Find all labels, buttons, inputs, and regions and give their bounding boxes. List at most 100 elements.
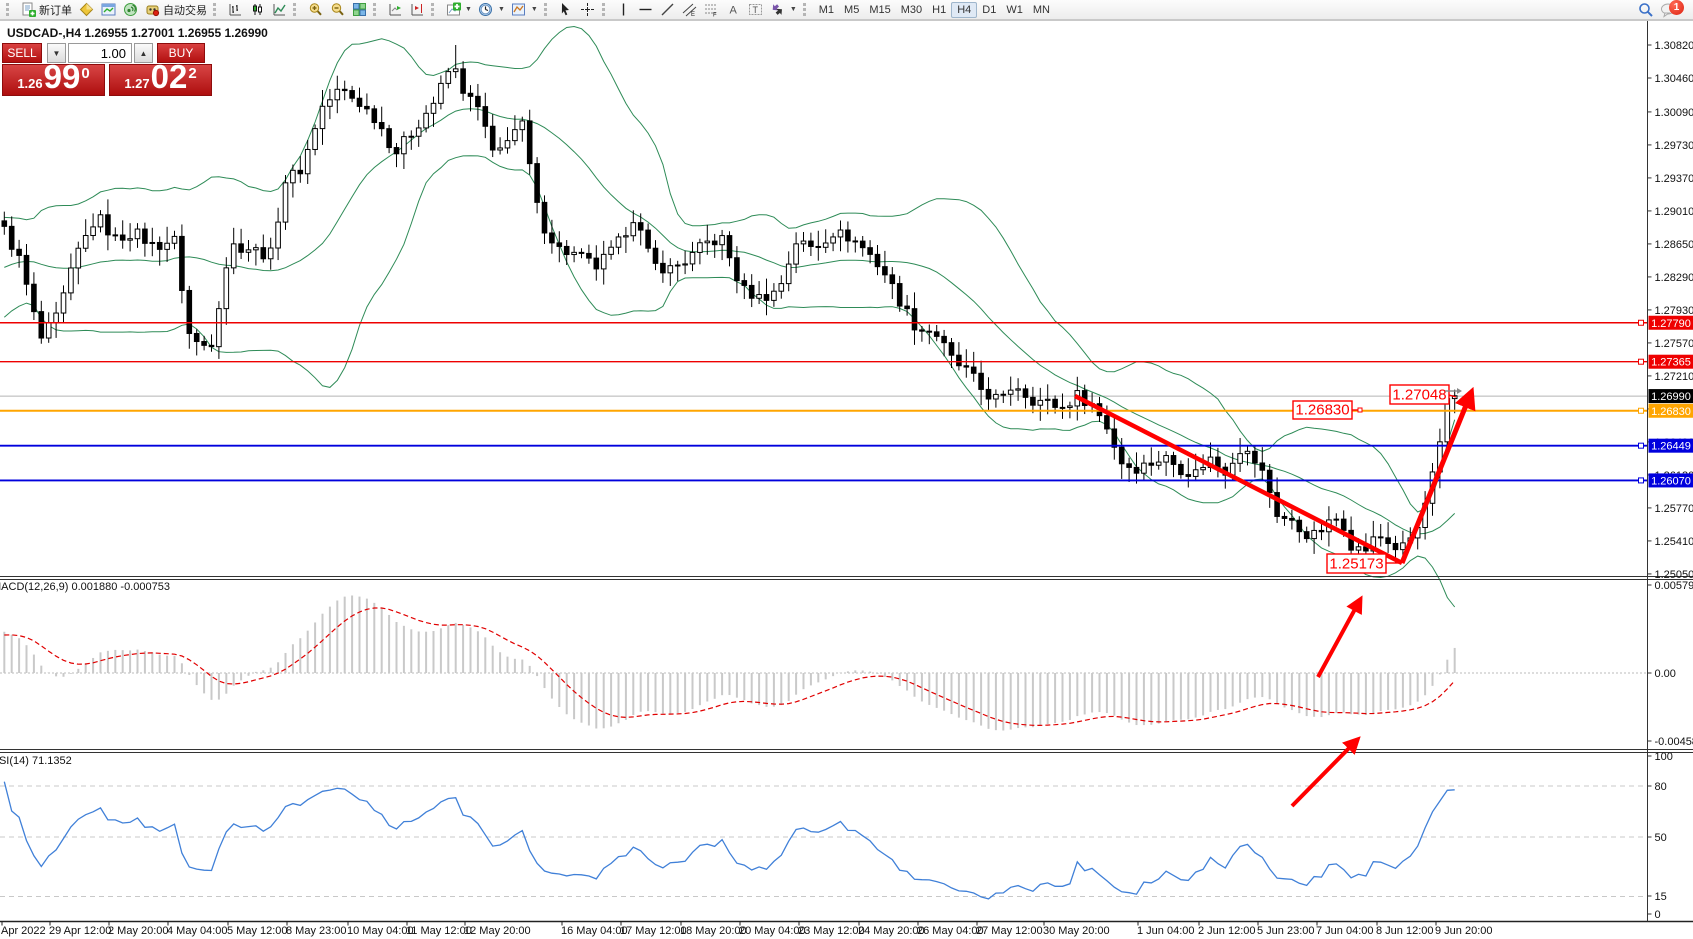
- trendline-down[interactable]: [1075, 396, 1402, 563]
- latest-bar-marker-arrow: [1457, 388, 1462, 394]
- svg-text:30 May 20:00: 30 May 20:00: [1043, 925, 1110, 937]
- toolbar-grip[interactable]: [213, 3, 221, 16]
- periods-button[interactable]: ▼: [475, 1, 508, 19]
- svg-text:1.25173: 1.25173: [1329, 556, 1383, 573]
- horizontal-line-button[interactable]: [635, 1, 657, 19]
- svg-text:100: 100: [1655, 751, 1673, 763]
- zoom-out-button[interactable]: [326, 1, 348, 19]
- crosshair-button[interactable]: [577, 1, 599, 19]
- svg-text:50: 50: [1655, 832, 1667, 844]
- timeframe-D1[interactable]: D1: [977, 2, 1001, 18]
- toolbar-grip[interactable]: [803, 3, 811, 16]
- ask-price[interactable]: 1.27 02 2: [109, 64, 212, 96]
- timeframe-M5[interactable]: M5: [839, 2, 864, 18]
- tile-windows-button[interactable]: [348, 1, 370, 19]
- candlestick-icon: [249, 2, 265, 18]
- fibonacci-button[interactable]: F: [701, 1, 723, 19]
- chart-shift-button[interactable]: [406, 1, 428, 19]
- svg-text:1.26990: 1.26990: [1651, 391, 1691, 403]
- svg-text:1.26830: 1.26830: [1651, 406, 1691, 418]
- price-badge-1.27790: 1.27790: [1649, 316, 1693, 330]
- svg-text:1.27790: 1.27790: [1651, 318, 1691, 330]
- macd-indicator-label: MACD(12,26,9) 0.001880 -0.000753: [0, 581, 170, 593]
- svg-text:17 May 12:00: 17 May 12:00: [620, 925, 687, 937]
- svg-text:A: A: [730, 5, 738, 17]
- bid-price-pip: 0: [81, 66, 89, 81]
- line-chart-button[interactable]: [268, 1, 290, 19]
- toolbar-grip[interactable]: [431, 3, 439, 16]
- svg-text:4 May 04:00: 4 May 04:00: [167, 925, 228, 937]
- svg-text:F: F: [713, 13, 717, 18]
- chevron-down-icon: ▼: [531, 6, 538, 13]
- zoom-out-icon: [329, 2, 345, 18]
- ask-price-small: 1.27: [124, 77, 149, 90]
- timeframe-M15[interactable]: M15: [864, 2, 895, 18]
- bar-chart-button[interactable]: [224, 1, 246, 19]
- svg-text:1.29370: 1.29370: [1655, 173, 1693, 185]
- styler-button[interactable]: [75, 1, 97, 19]
- news-button[interactable]: [119, 1, 141, 19]
- clock-icon: [478, 2, 494, 18]
- timeframe-M30[interactable]: M30: [896, 2, 927, 18]
- text-label-button[interactable]: T: [745, 1, 767, 19]
- timeframe-MN[interactable]: MN: [1028, 2, 1055, 18]
- price-annotation-1.26830[interactable]: 1.26830: [1293, 401, 1362, 419]
- line-chart-icon: [271, 2, 287, 18]
- bid-price-small: 1.26: [17, 77, 42, 90]
- toolbar-grip[interactable]: [6, 3, 14, 16]
- price-badge-1.26070: 1.26070: [1649, 473, 1693, 487]
- toolbar-right: 1: [1638, 2, 1690, 18]
- autotrading-label: 自动交易: [163, 2, 207, 18]
- search-icon[interactable]: [1638, 2, 1654, 18]
- auto-scroll-button[interactable]: [384, 1, 406, 19]
- text-label-icon: T: [748, 2, 764, 18]
- zoom-in-icon: [307, 2, 323, 18]
- toolbar: 新订单 自动交易: [0, 0, 1693, 20]
- bid-price[interactable]: 1.26 99 0: [2, 64, 105, 96]
- trend-arrow-up[interactable]: [1402, 393, 1471, 563]
- timeframe-H1[interactable]: H1: [927, 2, 951, 18]
- price-annotation-1.27048[interactable]: 1.27048: [1390, 385, 1456, 404]
- bar-chart-icon: [227, 2, 243, 18]
- indicators-button[interactable]: ▼: [442, 1, 475, 19]
- one-click-trading-panel: SELL ▼ ▲ BUY 1.26 99 0 1.27 02 2: [2, 43, 212, 96]
- svg-text:0.00: 0.00: [1655, 668, 1676, 680]
- bid-price-big: 99: [44, 60, 81, 93]
- toolbar-grip[interactable]: [373, 3, 381, 16]
- svg-text:Apr 2022: Apr 2022: [1, 925, 46, 937]
- svg-text:1.29010: 1.29010: [1655, 206, 1693, 218]
- autotrading-button[interactable]: 自动交易: [141, 1, 210, 19]
- channel-button[interactable]: E: [679, 1, 701, 19]
- svg-text:E: E: [691, 12, 695, 17]
- trendline-button[interactable]: [657, 1, 679, 19]
- timeframe-M1[interactable]: M1: [814, 2, 839, 18]
- macd-signal-line: [4, 608, 1454, 725]
- new-order-button[interactable]: 新订单: [17, 1, 75, 19]
- cursor-button[interactable]: [555, 1, 577, 19]
- sell-button[interactable]: SELL: [2, 43, 42, 63]
- fibonacci-icon: F: [704, 2, 720, 18]
- time-axis[interactable]: Apr 202229 Apr 12:002 May 20:004 May 04:…: [1, 922, 1493, 938]
- toolbar-grip[interactable]: [544, 3, 552, 16]
- svg-text:16 May 04:00: 16 May 04:00: [561, 925, 628, 937]
- toolbar-grip[interactable]: [602, 3, 610, 16]
- templates-button[interactable]: ▼: [508, 1, 541, 19]
- text-icon: A: [726, 2, 742, 18]
- terminal-button[interactable]: [97, 1, 119, 19]
- hline-anchor: [1639, 320, 1644, 325]
- timeframe-H4[interactable]: H4: [951, 2, 977, 18]
- rsi-line: [4, 782, 1454, 899]
- chart-canvas[interactable]: 1.308201.304601.300901.297301.293701.290…: [0, 0, 1693, 939]
- arrows-button[interactable]: ▼: [767, 1, 800, 19]
- candlestick-chart-button[interactable]: [246, 1, 268, 19]
- toolbar-grip[interactable]: [293, 3, 301, 16]
- tile-windows-icon: [351, 2, 367, 18]
- zoom-in-button[interactable]: [304, 1, 326, 19]
- ask-price-big: 02: [151, 60, 188, 93]
- macd-arrow-up[interactable]: [1318, 600, 1360, 677]
- notification-badge[interactable]: 1: [1669, 0, 1684, 15]
- vertical-line-button[interactable]: [613, 1, 635, 19]
- hline-anchor: [1639, 478, 1644, 483]
- text-button[interactable]: A: [723, 1, 745, 19]
- timeframe-W1[interactable]: W1: [1001, 2, 1028, 18]
